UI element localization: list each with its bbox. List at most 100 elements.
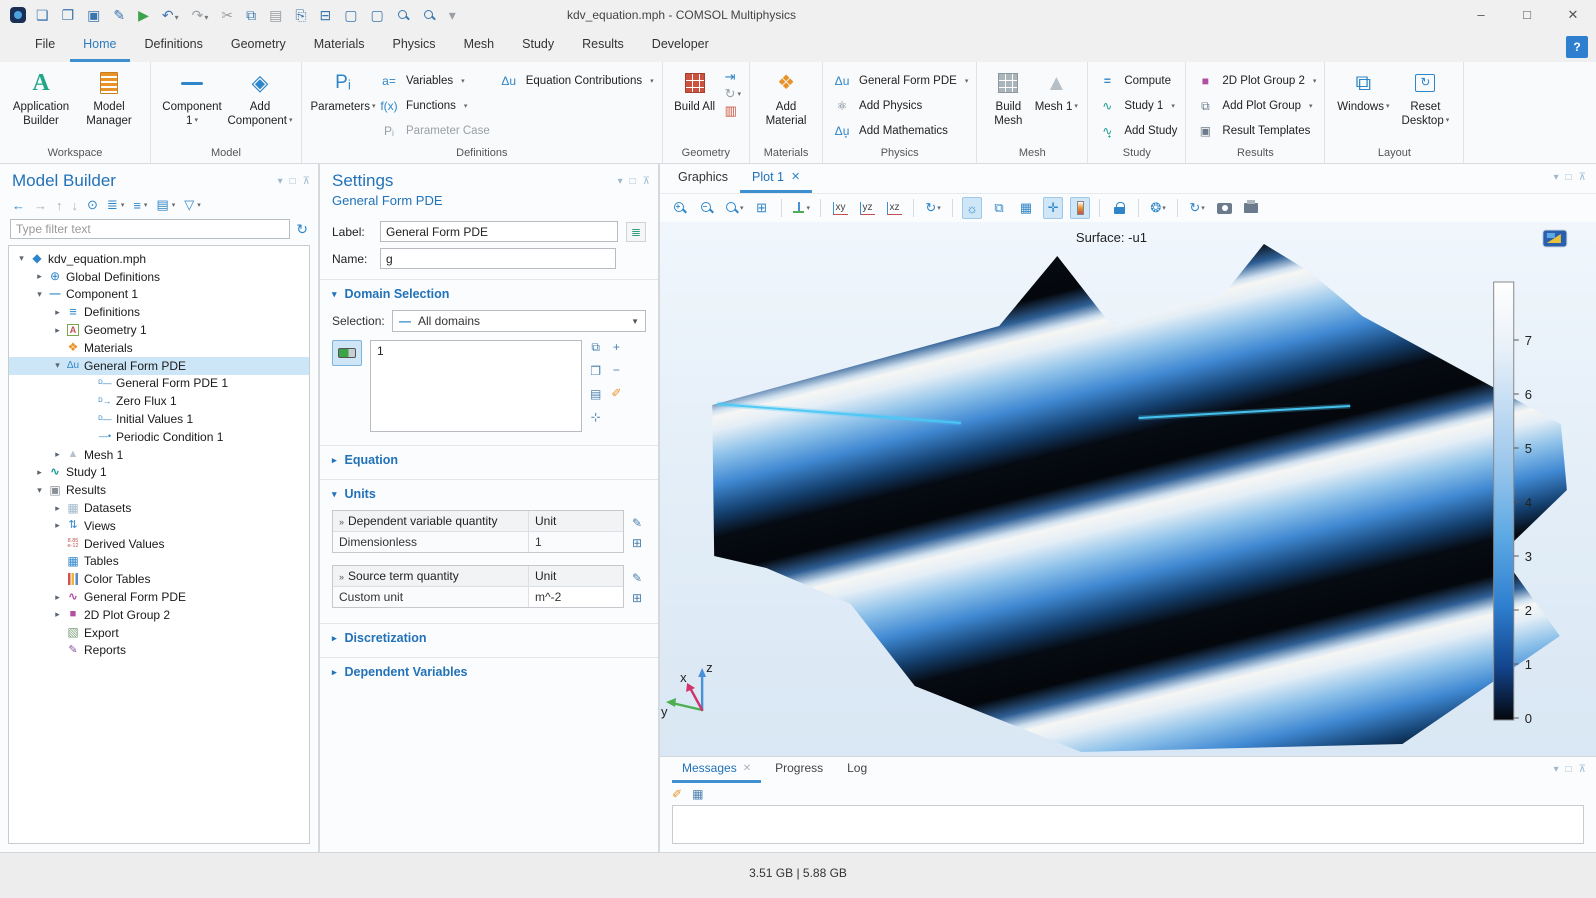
study-1-button[interactable]: ∿ Study 1▾ <box>1096 95 1177 117</box>
tree-filter-input[interactable] <box>10 219 290 239</box>
save-as-icon[interactable]: ✎ <box>113 8 125 22</box>
edit-table-icon[interactable]: ✎ <box>632 571 642 585</box>
source-quantity-cell[interactable]: Custom unit <box>333 587 529 607</box>
section-domain-selection[interactable]: ▾ Domain Selection <box>320 279 658 306</box>
equation-contributions-button[interactable]: Δu Equation Contributions▾ <box>498 70 654 92</box>
panel-pin-icon[interactable]: ⊼ <box>1579 172 1586 183</box>
rotate-icon[interactable]: ↻▾ <box>923 197 943 219</box>
tab-graphics[interactable]: Graphics <box>666 164 740 193</box>
customize-toolbar-icon[interactable]: ▾ <box>449 8 456 22</box>
source-unit-cell[interactable]: m^-2 <box>529 587 623 607</box>
tree-caret-icon[interactable]: ▸ <box>51 449 64 460</box>
tree-caret-icon[interactable]: ▸ <box>51 520 64 531</box>
variables-button[interactable]: a= Variables▾ <box>378 70 490 92</box>
import-geometry-icon[interactable]: ⇥ <box>725 70 741 83</box>
duplicate-icon[interactable]: ⎘ <box>295 8 306 22</box>
section-equation[interactable]: ▸ Equation <box>320 445 658 472</box>
open-messages-table-icon[interactable]: ▦ <box>692 787 703 801</box>
column-handle-icon[interactable]: » <box>339 517 344 527</box>
tree-caret-icon[interactable]: ▾ <box>15 253 28 264</box>
tree-item[interactable]: ▾ Results <box>9 481 309 499</box>
show-icon[interactable]: ⊙ <box>87 197 98 213</box>
zoom-in-icon[interactable]: + <box>670 197 690 219</box>
build-all-button[interactable]: Build All <box>671 68 719 115</box>
tree-item[interactable]: Periodic Condition 1 <box>9 428 309 446</box>
selection-dropdown[interactable]: — All domains ▼ <box>392 310 646 332</box>
show-color-legend-icon[interactable] <box>1070 197 1090 219</box>
tree-caret-icon[interactable]: ▸ <box>51 325 64 336</box>
compute-button[interactable]: = Compute <box>1096 70 1177 92</box>
tree-item[interactable]: ▸ Study 1 <box>9 464 309 482</box>
rename-icon[interactable]: ≣ <box>626 222 646 242</box>
reset-desktop-button[interactable]: ↻ Reset Desktop▾ <box>1395 68 1455 129</box>
edit-table-icon[interactable]: ✎ <box>632 516 642 530</box>
partition-icon[interactable]: ▥ <box>725 104 741 117</box>
panel-float-icon[interactable]: □ <box>1566 764 1572 775</box>
panel-float-icon[interactable]: □ <box>1566 172 1572 183</box>
build-mesh-button[interactable]: Build Mesh <box>985 68 1031 129</box>
tree-item[interactable]: Reports <box>9 642 309 660</box>
add-plot-group-button[interactable]: ⧉ Add Plot Group▾ <box>1194 95 1316 117</box>
menu-tab[interactable]: Study <box>509 30 567 62</box>
functions-button[interactable]: f(x) Functions▾ <box>378 95 490 117</box>
zoom-box-icon[interactable]: ▾ <box>724 197 745 219</box>
tree-item[interactable]: ▾ kdv_equation.mph <box>9 250 309 268</box>
insert-row-icon[interactable]: ⊞ <box>632 536 642 550</box>
close-tab-icon[interactable]: ✕ <box>791 164 800 190</box>
find-replace-icon[interactable] <box>423 9 436 22</box>
tree-caret-icon[interactable]: ▸ <box>51 609 64 620</box>
paste-icon[interactable]: ▤ <box>269 8 282 22</box>
tree-item[interactable]: Initial Values 1 <box>9 410 309 428</box>
add-component-button[interactable]: ◈ Add Component▾ <box>227 68 293 129</box>
panel-pin-icon[interactable]: ⊼ <box>643 176 650 187</box>
menu-tab[interactable]: Developer <box>639 30 722 62</box>
tree-item[interactable]: ▸ Mesh 1 <box>9 446 309 464</box>
plot-thumbnail-icon[interactable] <box>1543 230 1567 247</box>
tab-log[interactable]: Log <box>837 757 877 783</box>
panel-pin-icon[interactable]: ⊼ <box>303 176 310 187</box>
tree-caret-icon[interactable]: ▸ <box>33 271 46 282</box>
add-mathematics-button[interactable]: Δu̟ Add Mathematics <box>831 120 968 142</box>
rebuild-icon[interactable]: ↻▾ <box>725 87 741 100</box>
view-xy-icon[interactable]: xy <box>830 197 850 219</box>
add-physics-button[interactable]: ⚛ Add Physics <box>831 95 968 117</box>
show-axis-orientation-icon[interactable]: ✛ <box>1043 197 1063 219</box>
panel-menu-icon[interactable]: ▾ <box>618 176 623 187</box>
tree-item[interactable]: ▸ Definitions <box>9 303 309 321</box>
tree-item[interactable]: Color Tables <box>9 570 309 588</box>
domain-selection-list[interactable]: 1 <box>370 340 582 432</box>
tree-caret-icon[interactable]: ▾ <box>33 289 46 300</box>
panel-menu-icon[interactable]: ▾ <box>1554 172 1559 183</box>
tree-item[interactable]: ▸ Datasets <box>9 499 309 517</box>
delete-icon[interactable]: ⊟ <box>320 8 332 22</box>
component-1-button[interactable]: Component 1▾ <box>159 68 225 129</box>
transparency-icon[interactable]: ⧉ <box>989 197 1009 219</box>
view-yz-icon[interactable]: yz <box>857 197 877 219</box>
panel-menu-icon[interactable]: ▾ <box>1554 764 1559 775</box>
forward-icon[interactable]: → <box>34 198 47 213</box>
refresh-icon[interactable]: ↻ <box>296 221 308 238</box>
new-file-icon[interactable]: ❏ <box>36 8 49 22</box>
print-icon[interactable] <box>1241 197 1261 219</box>
result-templates-button[interactable]: ▣ Result Templates <box>1194 120 1316 142</box>
move-down-icon[interactable]: ↓ <box>72 198 79 213</box>
close-tab-icon[interactable]: ✕ <box>743 757 751 780</box>
column-handle-icon[interactable]: » <box>339 572 344 582</box>
tab-messages[interactable]: Messages ✕ <box>672 757 761 783</box>
show-grid-icon[interactable]: ▦ <box>1016 197 1036 219</box>
minimize-button[interactable]: – <box>1458 0 1504 30</box>
panel-menu-icon[interactable]: ▾ <box>278 176 283 187</box>
messages-output[interactable] <box>672 805 1584 844</box>
insert-row-icon[interactable]: ⊞ <box>632 591 642 605</box>
move-up-icon[interactable]: ↑ <box>56 198 63 213</box>
name-input[interactable] <box>380 248 616 269</box>
mesh-1-button[interactable]: ▲ Mesh 1▾ <box>1033 68 1079 115</box>
add-to-selection-icon[interactable]: + <box>611 340 621 354</box>
zoom-out-icon[interactable]: − <box>697 197 717 219</box>
clear-selection-icon[interactable]: ✐ <box>611 386 621 400</box>
copy-icon[interactable]: ⧉ <box>246 8 256 22</box>
menu-tab[interactable]: Geometry <box>218 30 299 62</box>
tree-item[interactable]: Tables <box>9 553 309 571</box>
add-study-button[interactable]: ∿̟ Add Study <box>1096 120 1177 142</box>
copy-selection-icon[interactable]: ❐ <box>590 364 601 378</box>
